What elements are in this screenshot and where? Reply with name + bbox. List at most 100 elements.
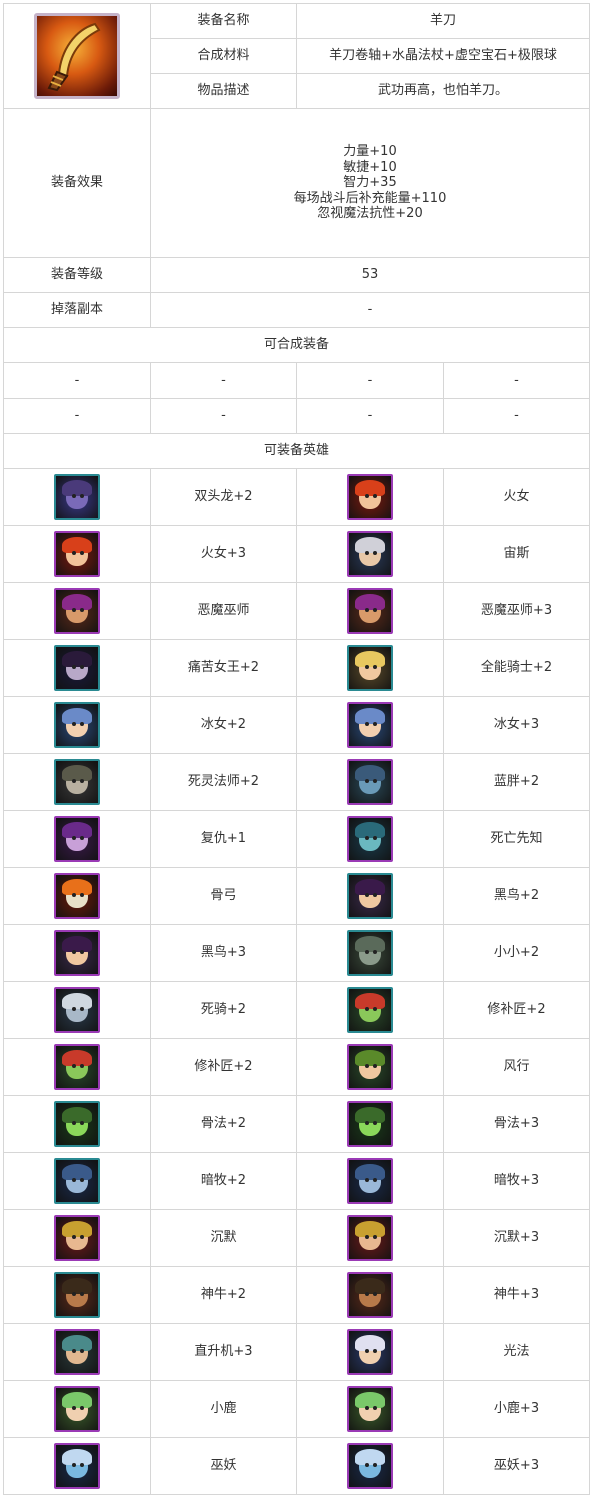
keeper-of-light-portrait-icon[interactable] xyxy=(347,1329,393,1375)
hero-name: 双头龙+2 xyxy=(150,468,297,526)
gyrocopter-portrait-icon[interactable] xyxy=(54,1329,100,1375)
portrait-hair xyxy=(62,822,92,838)
hero-name: 宙斯 xyxy=(442,525,591,583)
omniknight-portrait-icon[interactable] xyxy=(347,645,393,691)
hero-portrait-cell xyxy=(3,753,151,811)
demon-wizard-portrait-icon[interactable] xyxy=(54,588,100,634)
earthshaker-portrait-icon[interactable] xyxy=(54,1272,100,1318)
hero-row: 神牛+2 神牛+3 xyxy=(3,1266,591,1324)
hero-row: 火女+3 宙斯 xyxy=(3,525,591,583)
shadow-priest-portrait-icon[interactable] xyxy=(54,1158,100,1204)
hero-portrait-cell xyxy=(3,1380,151,1438)
portrait-hair xyxy=(62,537,92,553)
fire-girl-portrait-icon[interactable] xyxy=(347,474,393,520)
hero-row: 沉默 沉默+3 xyxy=(3,1209,591,1267)
portrait-eye xyxy=(80,1178,84,1182)
portrait-eye xyxy=(72,1007,76,1011)
portrait-eye xyxy=(365,836,369,840)
portrait-eye xyxy=(365,1463,369,1467)
hero-name: 恶魔巫师 xyxy=(150,582,297,640)
hero-name: 火女+3 xyxy=(150,525,297,583)
ogre-magi-portrait-icon[interactable] xyxy=(347,759,393,805)
craftable-cell: - xyxy=(296,362,444,399)
portrait-eye xyxy=(72,494,76,498)
zeus-portrait-icon[interactable] xyxy=(347,531,393,577)
portrait-eye xyxy=(365,722,369,726)
portrait-hair xyxy=(62,708,92,724)
hero-row: 骨弓 黑鸟+2 xyxy=(3,867,591,925)
silencer-portrait-icon[interactable] xyxy=(54,1215,100,1261)
portrait-hair xyxy=(62,1164,92,1180)
hero-portrait-cell xyxy=(296,1152,444,1210)
obsidian-destroyer-portrait-icon[interactable] xyxy=(347,873,393,919)
portrait-eye xyxy=(373,779,377,783)
enchantress-portrait-icon[interactable] xyxy=(347,1386,393,1432)
portrait-eye xyxy=(80,1007,84,1011)
windrunner-portrait-icon[interactable] xyxy=(347,1044,393,1090)
portrait-eye xyxy=(80,494,84,498)
vengeful-spirit-portrait-icon[interactable] xyxy=(54,816,100,862)
portrait-eye xyxy=(80,665,84,669)
item-materials-label: 合成材料 xyxy=(150,38,297,74)
demon-wizard-portrait-icon[interactable] xyxy=(347,588,393,634)
hero-name: 冰女+3 xyxy=(442,696,591,754)
hero-portrait-cell xyxy=(296,867,444,925)
portrait-eye xyxy=(80,1463,84,1467)
hero-portrait-cell xyxy=(296,1266,444,1324)
item-materials-value: 羊刀卷轴+水晶法杖+虚空宝石+极限球 xyxy=(295,38,591,74)
queen-of-pain-portrait-icon[interactable] xyxy=(54,645,100,691)
death-knight-portrait-icon[interactable] xyxy=(54,987,100,1033)
lich-portrait-icon[interactable] xyxy=(347,1443,393,1489)
silencer-portrait-icon[interactable] xyxy=(347,1215,393,1261)
portrait-eye xyxy=(72,950,76,954)
portrait-hair xyxy=(355,651,385,667)
necrolyte-portrait-icon[interactable] xyxy=(54,759,100,805)
shadow-priest-portrait-icon[interactable] xyxy=(347,1158,393,1204)
portrait-eye xyxy=(373,950,377,954)
portrait-hair xyxy=(62,1335,92,1351)
portrait-eye xyxy=(373,1292,377,1296)
portrait-eye xyxy=(80,608,84,612)
hero-portrait-cell xyxy=(3,582,151,640)
portrait-eye xyxy=(80,1406,84,1410)
fire-girl-portrait-icon[interactable] xyxy=(54,531,100,577)
hero-portrait-cell xyxy=(3,468,151,526)
portrait-hair xyxy=(62,1107,92,1123)
portrait-eye xyxy=(365,608,369,612)
bone-archer-portrait-icon[interactable] xyxy=(54,873,100,919)
hero-portrait-cell xyxy=(3,810,151,868)
hero-name: 沉默+3 xyxy=(442,1209,591,1267)
portrait-eye xyxy=(365,1121,369,1125)
crystal-maiden-portrait-icon[interactable] xyxy=(347,702,393,748)
portrait-hair xyxy=(355,594,385,610)
tiny-portrait-icon[interactable] xyxy=(347,930,393,976)
hero-portrait-cell xyxy=(296,1038,444,1096)
pugna-portrait-icon[interactable] xyxy=(54,1101,100,1147)
portrait-eye xyxy=(80,779,84,783)
portrait-eye xyxy=(72,1406,76,1410)
portrait-eye xyxy=(72,1292,76,1296)
portrait-hair xyxy=(355,480,385,496)
hero-portrait-cell xyxy=(3,1152,151,1210)
tinker-portrait-icon[interactable] xyxy=(347,987,393,1033)
enchantress-portrait-icon[interactable] xyxy=(54,1386,100,1432)
hero-name: 小鹿+3 xyxy=(442,1380,591,1438)
portrait-hair xyxy=(355,1335,385,1351)
hero-portrait-cell xyxy=(296,582,444,640)
portrait-eye xyxy=(373,1235,377,1239)
hero-name: 死骑+2 xyxy=(150,981,297,1039)
obsidian-destroyer-portrait-icon[interactable] xyxy=(54,930,100,976)
portrait-eye xyxy=(80,722,84,726)
pugna-portrait-icon[interactable] xyxy=(347,1101,393,1147)
portrait-eye xyxy=(365,950,369,954)
lich-portrait-icon[interactable] xyxy=(54,1443,100,1489)
equipment-table: 装备名称 羊刀 合成材料 羊刀卷轴+水晶法杖+虚空宝石+极限球 物品描述 武功再… xyxy=(2,3,591,1495)
hero-row: 死骑+2 修补匠+2 xyxy=(3,981,591,1039)
crystal-maiden-portrait-icon[interactable] xyxy=(54,702,100,748)
two-headed-dragon-portrait-icon[interactable] xyxy=(54,474,100,520)
earthshaker-portrait-icon[interactable] xyxy=(347,1272,393,1318)
death-prophet-portrait-icon[interactable] xyxy=(347,816,393,862)
portrait-eye xyxy=(373,1463,377,1467)
tinker-portrait-icon[interactable] xyxy=(54,1044,100,1090)
portrait-hair xyxy=(355,1392,385,1408)
